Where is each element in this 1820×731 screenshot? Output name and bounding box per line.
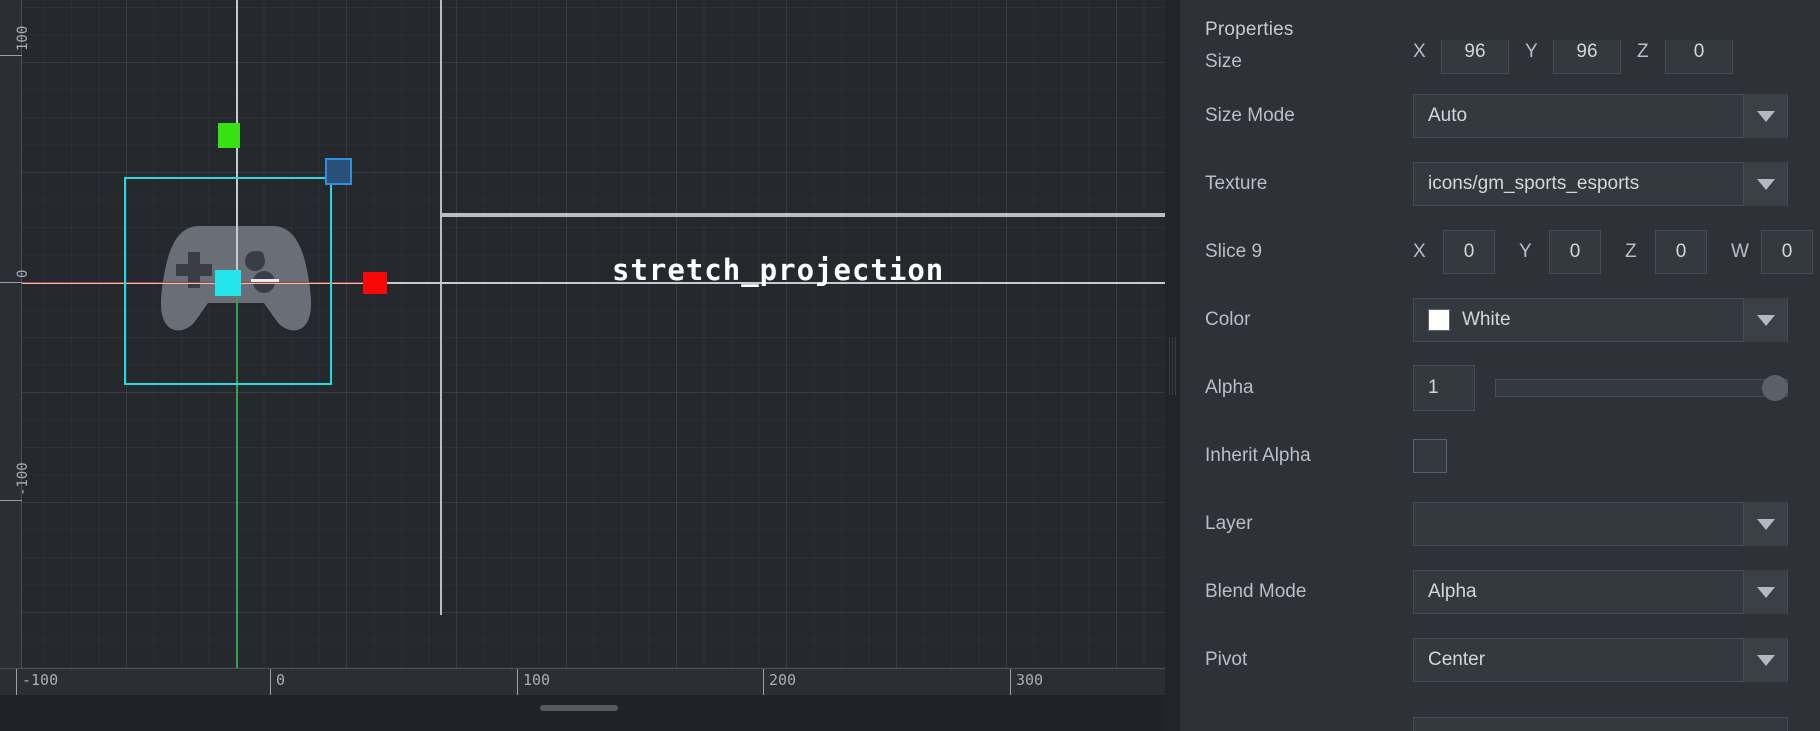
blend-mode-label: Blend Mode [1205,581,1307,602]
slice9-fields: X 0 Y 0 Z 0 W 0 [1413,230,1813,274]
splitter-grip-icon [1169,336,1176,395]
color-value: White [1462,309,1511,330]
ruler-x-tick: 300 [1010,669,1043,696]
gizmo-handle-center[interactable] [215,270,241,296]
property-row-layer: Layer [1180,490,1820,558]
gizmo-handle-x-axis[interactable] [363,272,387,294]
chevron-down-icon[interactable] [1743,502,1787,546]
property-row-slice9: Slice 9 X 0 Y 0 Z 0 W 0 [1180,218,1820,286]
ruler-x-tick: -100 [16,669,58,696]
size-mode-label: Size Mode [1205,105,1295,126]
size-label: Size [1205,51,1242,72]
design-resolution-rect [440,0,1165,215]
size-mode-value: Auto [1428,105,1468,126]
color-swatch[interactable] [1428,309,1450,331]
inspector-rows: Size Mode Auto Texture icons/gm_sports_e… [1180,82,1820,694]
texture-value: icons/gm_sports_esports [1428,173,1640,194]
property-row-pivot: Pivot Center [1180,626,1820,694]
pivot-select[interactable]: Center [1413,638,1788,682]
chevron-down-icon[interactable] [1743,638,1787,682]
slice9-axis-x-label: X [1413,241,1426,262]
editor-window: stretch_projection 100 0 -100 -100 0 100… [0,0,1820,731]
size-z-input[interactable]: 0 [1665,40,1733,74]
inherit-alpha-checkbox[interactable] [1413,439,1447,473]
layer-label: Layer [1205,513,1253,534]
slice9-y-input[interactable]: 0 [1549,230,1601,274]
color-select[interactable]: White [1413,298,1788,342]
ruler-y-tick: 100 [0,26,31,56]
color-label: Color [1205,309,1251,330]
ruler-horizontal[interactable]: -100 0 100 200 300 [0,668,1165,696]
property-row-next-clipped [1180,717,1820,731]
slice9-axis-z-label: Z [1625,241,1637,262]
size-axis-x-label: X [1413,41,1426,62]
alpha-input[interactable]: 1 [1413,365,1475,411]
alpha-slider-track [1495,379,1788,397]
ruler-vertical[interactable]: 100 0 -100 [0,0,31,731]
gizmo-handle-y-axis[interactable] [218,123,240,148]
slice9-label: Slice 9 [1205,241,1263,262]
inspector-title: Properties [1205,19,1294,40]
ruler-x-tick: 200 [763,669,796,696]
size-y-input[interactable]: 96 [1553,40,1621,74]
ruler-x-tick: 100 [517,669,550,696]
chevron-down-icon[interactable] [1743,298,1787,342]
property-row-blend-mode: Blend Mode Alpha [1180,558,1820,626]
size-fields: X 96 Y 96 Z 0 [1413,40,1788,74]
viewport-bottom-bar [0,695,1165,731]
pivot-label: Pivot [1205,649,1248,670]
scene-viewport[interactable]: stretch_projection 100 0 -100 -100 0 100… [0,0,1165,731]
chevron-down-icon[interactable] [1743,162,1787,206]
size-axis-z-label: Z [1637,41,1649,62]
property-row-size: Size X 96 Y 96 Z 0 [1180,40,1820,74]
property-row-size-mode: Size Mode Auto [1180,82,1820,150]
texture-select[interactable]: icons/gm_sports_esports [1413,162,1788,206]
size-mode-select[interactable]: Auto [1413,94,1788,138]
size-axis-y-label: Y [1525,41,1538,62]
alpha-label: Alpha [1205,377,1254,398]
blend-mode-value: Alpha [1428,581,1477,602]
blend-mode-select[interactable]: Alpha [1413,570,1788,614]
slice9-w-input[interactable]: 0 [1761,230,1813,274]
slice9-axis-y-label: Y [1519,241,1532,262]
inherit-alpha-label: Inherit Alpha [1205,445,1311,466]
slice9-z-input[interactable]: 0 [1655,230,1707,274]
chevron-down-icon[interactable] [1743,94,1787,138]
layer-select[interactable] [1413,502,1788,546]
property-row-color: Color White [1180,286,1820,354]
slice9-x-input[interactable]: 0 [1443,230,1495,274]
property-row-texture: Texture icons/gm_sports_esports [1180,150,1820,218]
texture-label: Texture [1205,173,1268,194]
alpha-slider-knob[interactable] [1762,375,1788,401]
ruler-x-tick: 0 [270,669,285,696]
property-row-alpha: Alpha 1 [1180,354,1820,422]
properties-inspector: Properties Size X 96 Y 96 Z 0 Size Mode [1180,0,1820,731]
pivot-value: Center [1428,649,1486,670]
property-row-inherit-alpha: Inherit Alpha [1180,422,1820,490]
ruler-y-tick: 0 [0,270,31,283]
chevron-down-icon[interactable] [1743,570,1787,614]
size-x-input[interactable]: 96 [1441,40,1509,74]
alpha-slider[interactable] [1495,365,1788,411]
node-name-label: stretch_projection [612,253,945,287]
gizmo-handle-corner[interactable] [325,158,352,185]
horizontal-scrollbar[interactable] [540,705,618,711]
slice9-axis-w-label: W [1731,241,1749,262]
next-field-stub[interactable] [1413,717,1788,731]
ruler-y-tick: -100 [0,462,31,501]
panel-splitter[interactable] [1165,0,1180,731]
